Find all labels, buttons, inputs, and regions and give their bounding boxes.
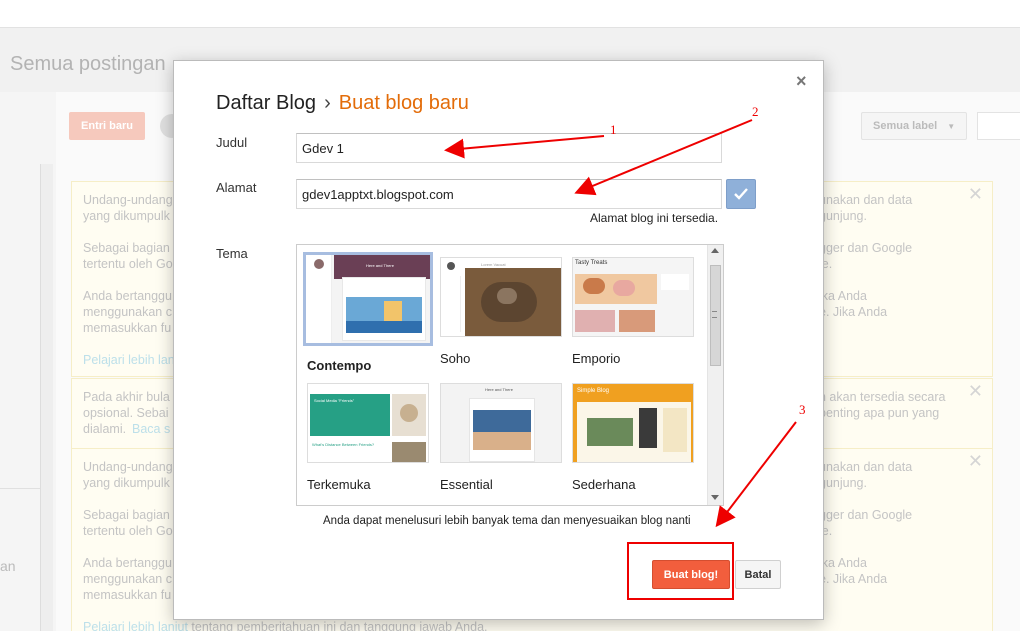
notice-text: opsional. Sebai [83, 406, 169, 420]
checkmark-icon [734, 188, 748, 200]
annotation-number-2: 2 [752, 104, 759, 119]
theme-thumbnail: Tasty Treats [572, 257, 694, 337]
close-icon[interactable]: ✕ [968, 382, 983, 400]
notice-text: e. Jika Anda [819, 572, 888, 586]
notice-text: memasukkan fu [83, 321, 172, 335]
notice-text: ika Anda [819, 556, 867, 570]
top-bar [0, 0, 1020, 28]
label-filter-text: Semua label [873, 120, 938, 132]
thumb-text: Here and There [485, 387, 513, 392]
notice-text: Pada akhir bula [83, 390, 170, 404]
notice-text: gger dan Google [819, 508, 913, 522]
theme-thumbnail: Here and There [440, 383, 562, 463]
title-input[interactable]: Gdev 1 [296, 133, 722, 163]
theme-gallery: Here and There Contempo Lorem Vacuat Soh… [296, 244, 724, 506]
thumb-text: Simple Blog [577, 388, 610, 394]
theme-thumbnail: Simple Blog [572, 383, 694, 463]
page-title: Semua postingan [10, 53, 166, 75]
thumb-text: What's Distance Between Friends? [312, 442, 375, 447]
notice-text: Anda bertanggu [83, 289, 172, 303]
address-check-button[interactable] [726, 179, 756, 209]
create-blog-dialog: × Daftar Blog › Buat blog baru Judul Gdev … [173, 60, 824, 620]
theme-option-sederhana[interactable]: Simple Blog Sederhana [572, 383, 696, 492]
notice-text: unakan dan data [819, 460, 913, 474]
learn-more-link[interactable]: Pelajari lebih lanjut [83, 620, 188, 631]
close-icon[interactable]: ✕ [968, 452, 983, 470]
theme-thumbnail: Lorem Vacuat [440, 257, 562, 337]
new-entry-button[interactable]: Entri baru [69, 112, 145, 140]
notice-text: e. Jika Anda [819, 305, 888, 319]
theme-option-contempo[interactable]: Here and There Contempo [303, 252, 433, 373]
notice-text: Undang-undang [83, 460, 173, 474]
notice-text: n akan tersedia secara [819, 390, 946, 404]
scroll-down-icon[interactable] [711, 495, 719, 500]
address-status: Alamat blog ini tersedia. [590, 211, 719, 225]
cancel-button[interactable]: Batal [735, 560, 781, 589]
scroll-up-icon[interactable] [711, 248, 719, 253]
notice-text: gunjung. [819, 476, 867, 490]
notice-text: dialami. [83, 422, 127, 436]
theme-option-essential[interactable]: Here and There Essential [440, 383, 564, 492]
breadcrumb-parent[interactable]: Daftar Blog [216, 92, 316, 114]
theme-option-terkemuka[interactable]: Social Media "Friends" What's Distance B… [307, 383, 431, 492]
theme-thumbnail: Here and There [303, 252, 433, 346]
left-sidebar: an [0, 92, 56, 631]
notice-text: memasukkan fu [83, 588, 172, 602]
theme-name: Essential [440, 477, 493, 492]
notice-text: menggunakan c [83, 305, 172, 319]
notice-text: Anda bertanggu [83, 556, 172, 570]
theme-thumbnail: Social Media "Friends" What's Distance B… [307, 383, 429, 463]
label-filter-dropdown[interactable]: Semua label ▼ [861, 112, 967, 140]
search-input[interactable] [977, 112, 1020, 140]
theme-name: Emporio [572, 351, 621, 366]
address-label: Alamat [216, 180, 257, 195]
breadcrumb-separator: › [324, 92, 331, 114]
breadcrumb-current: Buat blog baru [338, 92, 469, 114]
sidebar-divider [0, 488, 40, 489]
theme-name: Contempo [307, 358, 372, 373]
notice-text: ika Anda [819, 289, 867, 303]
close-icon[interactable]: ✕ [968, 185, 983, 203]
theme-option-emporio[interactable]: Tasty Treats Emporio [572, 257, 696, 366]
notice-text: penting apa pun yang [819, 406, 940, 420]
notice-text: yang dikumpulk [83, 209, 170, 223]
notice-text: tertentu oleh Go [83, 257, 173, 271]
notice-text: gunjung. [819, 209, 867, 223]
thumb-text: Tasty Treats [575, 260, 608, 266]
address-input[interactable]: gdev1apptxt.blogspot.com [296, 179, 722, 209]
breadcrumb: Daftar Blog › Buat blog baru [216, 92, 469, 115]
notice-text: gger dan Google [819, 241, 913, 255]
annotation-number-1: 1 [610, 122, 617, 137]
chevron-down-icon: ▼ [947, 121, 956, 131]
title-label: Judul [216, 135, 248, 150]
notice-text: tentang pemberitahuan ini dan tanggung j… [191, 620, 488, 631]
annotation-highlight-box [627, 542, 734, 600]
scroll-grip-icon [712, 311, 717, 318]
notice-text: yang dikumpulk [83, 476, 170, 490]
notice-text: unakan dan data [819, 193, 913, 207]
notice-text: menggunakan c [83, 572, 172, 586]
learn-more-row: Pelajari lebih lanjut tentang pemberitah… [83, 619, 488, 631]
thumb-text: Lorem Vacuat [481, 262, 506, 267]
notice-text: Undang-undang [83, 193, 173, 207]
theme-tip: Anda dapat menelusuri lebih banyak tema … [323, 515, 691, 527]
close-icon[interactable]: × [796, 71, 807, 92]
sidebar-bottom-text: an [0, 558, 16, 574]
thumb-text: Here and There [366, 263, 394, 268]
theme-name: Terkemuka [307, 477, 371, 492]
gallery-scrollbar[interactable] [707, 245, 723, 505]
theme-name: Sederhana [572, 477, 636, 492]
theme-name: Soho [440, 351, 471, 366]
learn-more-link[interactable]: Pelajari lebih lan [83, 352, 175, 368]
annotation-number-3: 3 [799, 402, 806, 417]
notice-text: tertentu oleh Go [83, 524, 173, 538]
sidebar-scrollbar[interactable] [40, 164, 53, 631]
read-more-link[interactable]: Baca s [132, 421, 170, 437]
theme-label: Tema [216, 246, 248, 261]
theme-option-soho[interactable]: Lorem Vacuat Soho [440, 257, 564, 366]
notice-text: Sebagai bagian [83, 241, 170, 255]
thumb-text: Social Media "Friends" [314, 398, 355, 403]
notice-text: Sebagai bagian [83, 508, 170, 522]
